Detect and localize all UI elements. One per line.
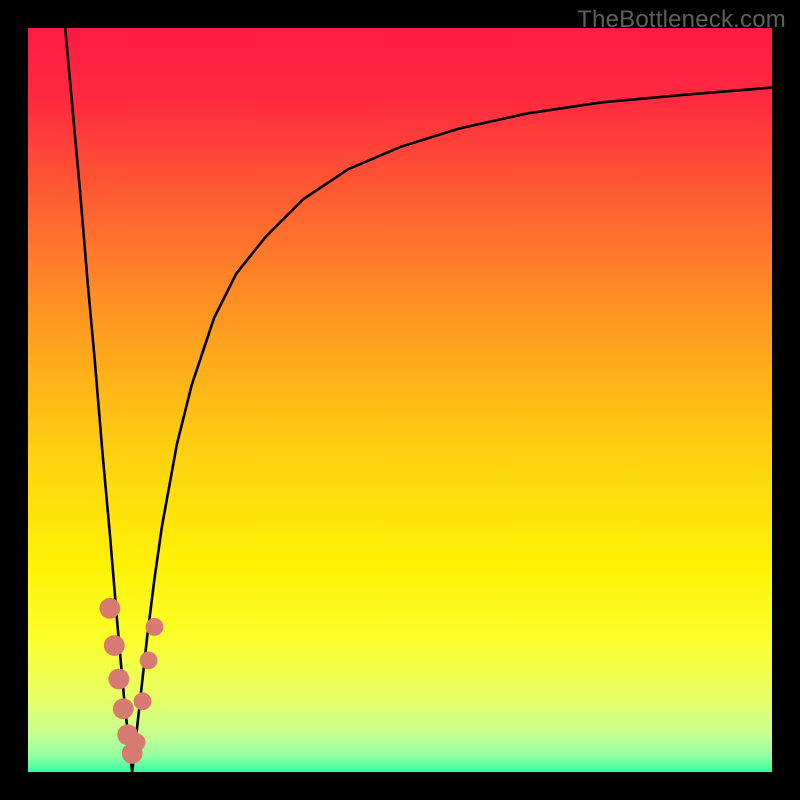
chart-frame: TheBottleneck.com (0, 0, 800, 800)
data-markers (99, 598, 163, 764)
data-marker (104, 635, 125, 656)
data-marker (140, 651, 158, 669)
curve-right-branch (132, 88, 772, 772)
curve-layer (28, 28, 772, 772)
curve-left-branch (65, 28, 132, 772)
data-marker (108, 669, 129, 690)
data-marker (146, 618, 164, 636)
data-marker (128, 733, 146, 751)
watermark-text: TheBottleneck.com (577, 6, 786, 34)
plot-area (28, 28, 772, 772)
data-marker (134, 692, 152, 710)
data-marker (113, 698, 134, 719)
data-marker (99, 598, 120, 619)
